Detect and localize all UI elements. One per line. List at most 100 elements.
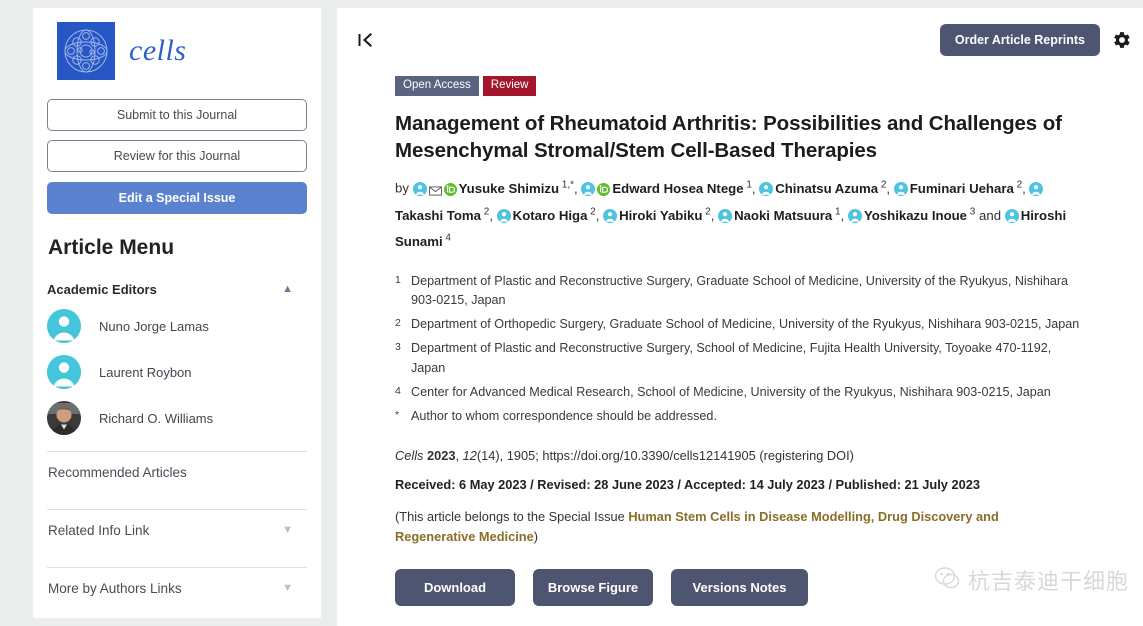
author-name[interactable]: Naoki Matsuura: [734, 208, 832, 223]
citation-volume: 12: [462, 447, 477, 463]
citation-issue: (14): [476, 447, 500, 463]
chevron-down-icon: ▼: [282, 582, 293, 594]
citation-journal: Cells: [395, 447, 424, 463]
list-item: 3 Department of Plastic and Reconstructi…: [395, 339, 1085, 377]
affiliation-text: Department of Orthopedic Surgery, Gradua…: [411, 317, 1080, 332]
article-dates: Received: 6 May 2023 / Revised: 28 June …: [395, 476, 980, 492]
sidebar-item-label: More by Authors Links: [48, 581, 182, 596]
affiliation-text: Department of Plastic and Reconstructive…: [411, 341, 1052, 375]
chevron-down-icon: ▼: [282, 524, 293, 536]
author-name[interactable]: Fuminari Uehara: [910, 181, 1014, 196]
by-label: by: [395, 180, 409, 196]
person-icon: [1004, 207, 1019, 231]
academic-editors-label: Academic Editors: [47, 282, 157, 297]
list-item[interactable]: Laurent Roybon: [47, 355, 307, 389]
status-badge-review: Review: [482, 76, 537, 97]
person-icon: [718, 207, 733, 231]
orcid-icon[interactable]: [597, 180, 611, 204]
author-separator: ,: [886, 180, 894, 196]
download-button[interactable]: Download: [395, 568, 515, 606]
browse-figure-button[interactable]: Browse Figure: [533, 568, 653, 606]
author-affiliation-marker: 1,*: [559, 179, 575, 191]
author-separator: ,: [595, 207, 604, 223]
author-name[interactable]: Hiroki Yabiku: [619, 208, 702, 223]
toolbar: Order Article Reprints: [337, 8, 1143, 56]
citation-year: 2023: [427, 447, 456, 463]
author-affiliation-marker: 2: [587, 206, 596, 218]
person-icon: [893, 180, 908, 204]
author-name[interactable]: Takashi Toma: [395, 208, 481, 223]
sidebar-item-label: Related Info Link: [48, 523, 150, 538]
citation-article-no: 1905: [506, 447, 536, 463]
list-item: 1 Department of Plastic and Reconstructi…: [395, 272, 1085, 310]
author-affiliation-marker: 4: [442, 233, 451, 245]
person-icon: [412, 180, 427, 204]
article-menu-heading: Article Menu: [48, 236, 175, 259]
journal-logo[interactable]: cells: [47, 8, 307, 90]
academic-editors-section-toggle[interactable]: Academic Editors ▲: [47, 282, 307, 297]
chevron-up-icon: ▲: [282, 283, 293, 295]
author-separator: ,: [840, 207, 848, 223]
article-content: Open Access Review Management of Rheumat…: [337, 76, 1143, 606]
author-separator: ,: [1022, 180, 1030, 196]
list-item[interactable]: Richard O. Williams: [47, 401, 307, 435]
author-affiliation-marker: 2: [1013, 179, 1023, 191]
sidebar-item-more-by-authors-links[interactable]: More by Authors Links ▼: [47, 568, 307, 609]
corresponding-author-note: Author to whom correspondence should be …: [411, 408, 717, 423]
citation-doi[interactable]: https://doi.org/10.3390/cells12141905: [542, 448, 755, 463]
citation-doi-note: (registering DOI): [759, 447, 854, 463]
sidebar-item-recommended-articles[interactable]: Recommended Articles: [47, 452, 307, 493]
author-separator: ,: [574, 180, 582, 196]
author-affiliation-marker: 1: [832, 206, 841, 218]
person-icon: [847, 207, 862, 231]
author-separator: and: [975, 207, 1005, 223]
affiliation-marker: 2: [395, 317, 401, 330]
sidebar-item-related-info-link[interactable]: Related Info Link ▼: [47, 510, 307, 551]
editor-name: Laurent Roybon: [99, 364, 192, 380]
envelope-icon[interactable]: [428, 180, 442, 204]
author-name[interactable]: Yoshikazu Inoue: [864, 208, 967, 223]
person-icon: [759, 180, 774, 204]
order-article-reprints-button[interactable]: Order Article Reprints: [939, 24, 1100, 56]
toolbar-right: Order Article Reprints: [939, 24, 1133, 56]
list-item: * Author to whom correspondence should b…: [395, 407, 1085, 426]
affiliation-marker: 3: [395, 341, 401, 354]
author-name[interactable]: Chinatsu Azuma: [775, 181, 878, 196]
author-name[interactable]: Kotaro Higa: [513, 208, 588, 223]
affiliation-marker: 4: [395, 384, 401, 397]
affiliation-marker: 1: [395, 273, 401, 286]
editor-name: Richard O. Williams: [99, 410, 214, 426]
person-icon: [603, 207, 618, 231]
review-for-journal-button[interactable]: Review for this Journal: [47, 140, 307, 172]
person-icon: [581, 180, 596, 204]
orcid-icon[interactable]: [443, 180, 457, 204]
page-title: Management of Rheumatoid Arthritis: Poss…: [395, 112, 1062, 163]
special-issue-suffix: ): [533, 528, 538, 544]
author-separator: ,: [489, 207, 497, 223]
versions-notes-button[interactable]: Versions Notes: [671, 568, 808, 606]
author-separator: ,: [710, 207, 719, 223]
affiliation-text: Department of Plastic and Reconstructive…: [411, 273, 1069, 308]
avatar: [47, 309, 81, 343]
citation-sep2: ,: [499, 447, 507, 463]
author-name[interactable]: Edward Hosea Ntege: [612, 181, 743, 196]
badge-group: Open Access Review: [395, 76, 1085, 97]
article-panel: Order Article Reprints Open Access Revie…: [337, 8, 1143, 626]
status-badge-open-access: Open Access: [395, 76, 479, 97]
avatar: [47, 355, 81, 389]
affiliation-marker: *: [395, 408, 400, 421]
person-icon: [496, 207, 511, 231]
submit-to-journal-button[interactable]: Submit to this Journal: [47, 99, 307, 131]
gear-icon[interactable]: [1111, 29, 1133, 51]
list-item: 4 Center for Advanced Medical Research, …: [395, 383, 1085, 402]
list-item[interactable]: Nuno Jorge Lamas: [47, 309, 307, 343]
edit-special-issue-button[interactable]: Edit a Special Issue: [47, 182, 307, 214]
collapse-left-icon[interactable]: [355, 30, 375, 50]
special-issue-note: (This article belongs to the Special Iss…: [395, 507, 1035, 547]
author-name[interactable]: Yusuke Shimizu: [459, 181, 559, 196]
list-item: 2 Department of Orthopedic Surgery, Grad…: [395, 315, 1085, 334]
cell-cluster-logo-icon: [57, 22, 115, 80]
action-button-group: Download Browse Figure Versions Notes: [395, 568, 1085, 606]
avatar: [47, 401, 81, 435]
person-icon: [1029, 180, 1044, 204]
